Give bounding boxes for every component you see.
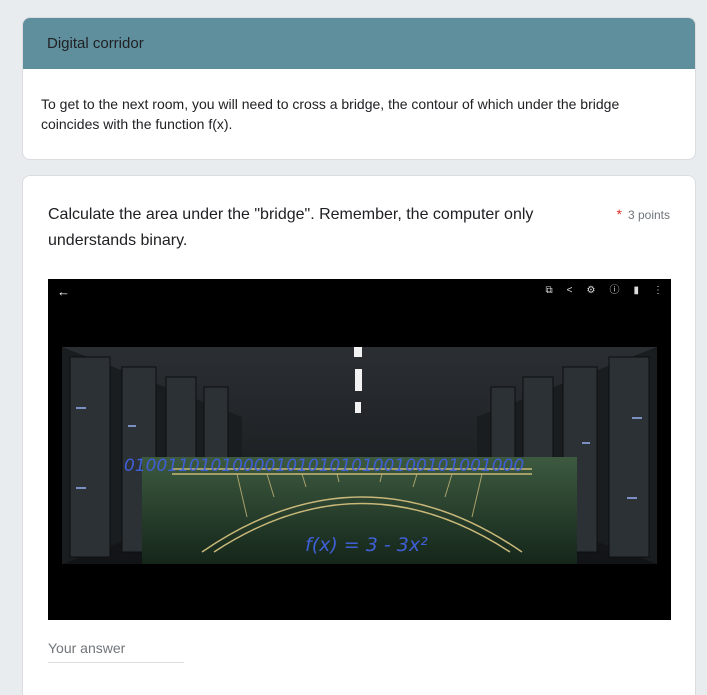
share-icon[interactable]: < (567, 285, 573, 297)
delete-icon[interactable]: ▮ (633, 285, 639, 297)
section-description: To get to the next room, you will need t… (41, 96, 620, 132)
cast-icon[interactable]: ⧉ (546, 285, 553, 297)
question-card: Calculate the area under the "bridge". R… (22, 175, 696, 695)
question-points: * 3 points (617, 206, 670, 222)
scene-svg: 0100110101000010101010100100101001000 f(… (62, 347, 657, 564)
image-toolbar: ← ⧉ < ⚙ ⓘ ▮ ⋮ (48, 279, 671, 307)
required-asterisk: * (616, 206, 622, 222)
server-room-bridge-illustration: 0100110101000010101010100100101001000 f(… (62, 347, 657, 564)
formula-text: f(x) = 3 - 3x² (305, 534, 428, 556)
info-icon[interactable]: ⓘ (609, 285, 619, 297)
question-text: Calculate the area under the "bridge". R… (48, 206, 534, 249)
more-vert-icon[interactable]: ⋮ (653, 285, 663, 297)
back-arrow-icon[interactable]: ← (57, 284, 70, 299)
points-label: 3 points (627, 208, 670, 222)
image-tools: ⧉ < ⚙ ⓘ ▮ ⋮ (546, 285, 663, 297)
settings-icon[interactable]: ⚙ (587, 285, 596, 297)
section-title: Digital corridor (47, 35, 144, 52)
binary-text: 0100110101000010101010100100101001000 (124, 456, 524, 476)
section-card: Digital corridor To get to the next room… (22, 17, 696, 160)
question-image: ← ⧉ < ⚙ ⓘ ▮ ⋮ 01001101010000101010101001… (48, 279, 671, 620)
answer-input[interactable]: Your answer (48, 640, 184, 663)
section-header: Digital corridor (23, 18, 695, 69)
